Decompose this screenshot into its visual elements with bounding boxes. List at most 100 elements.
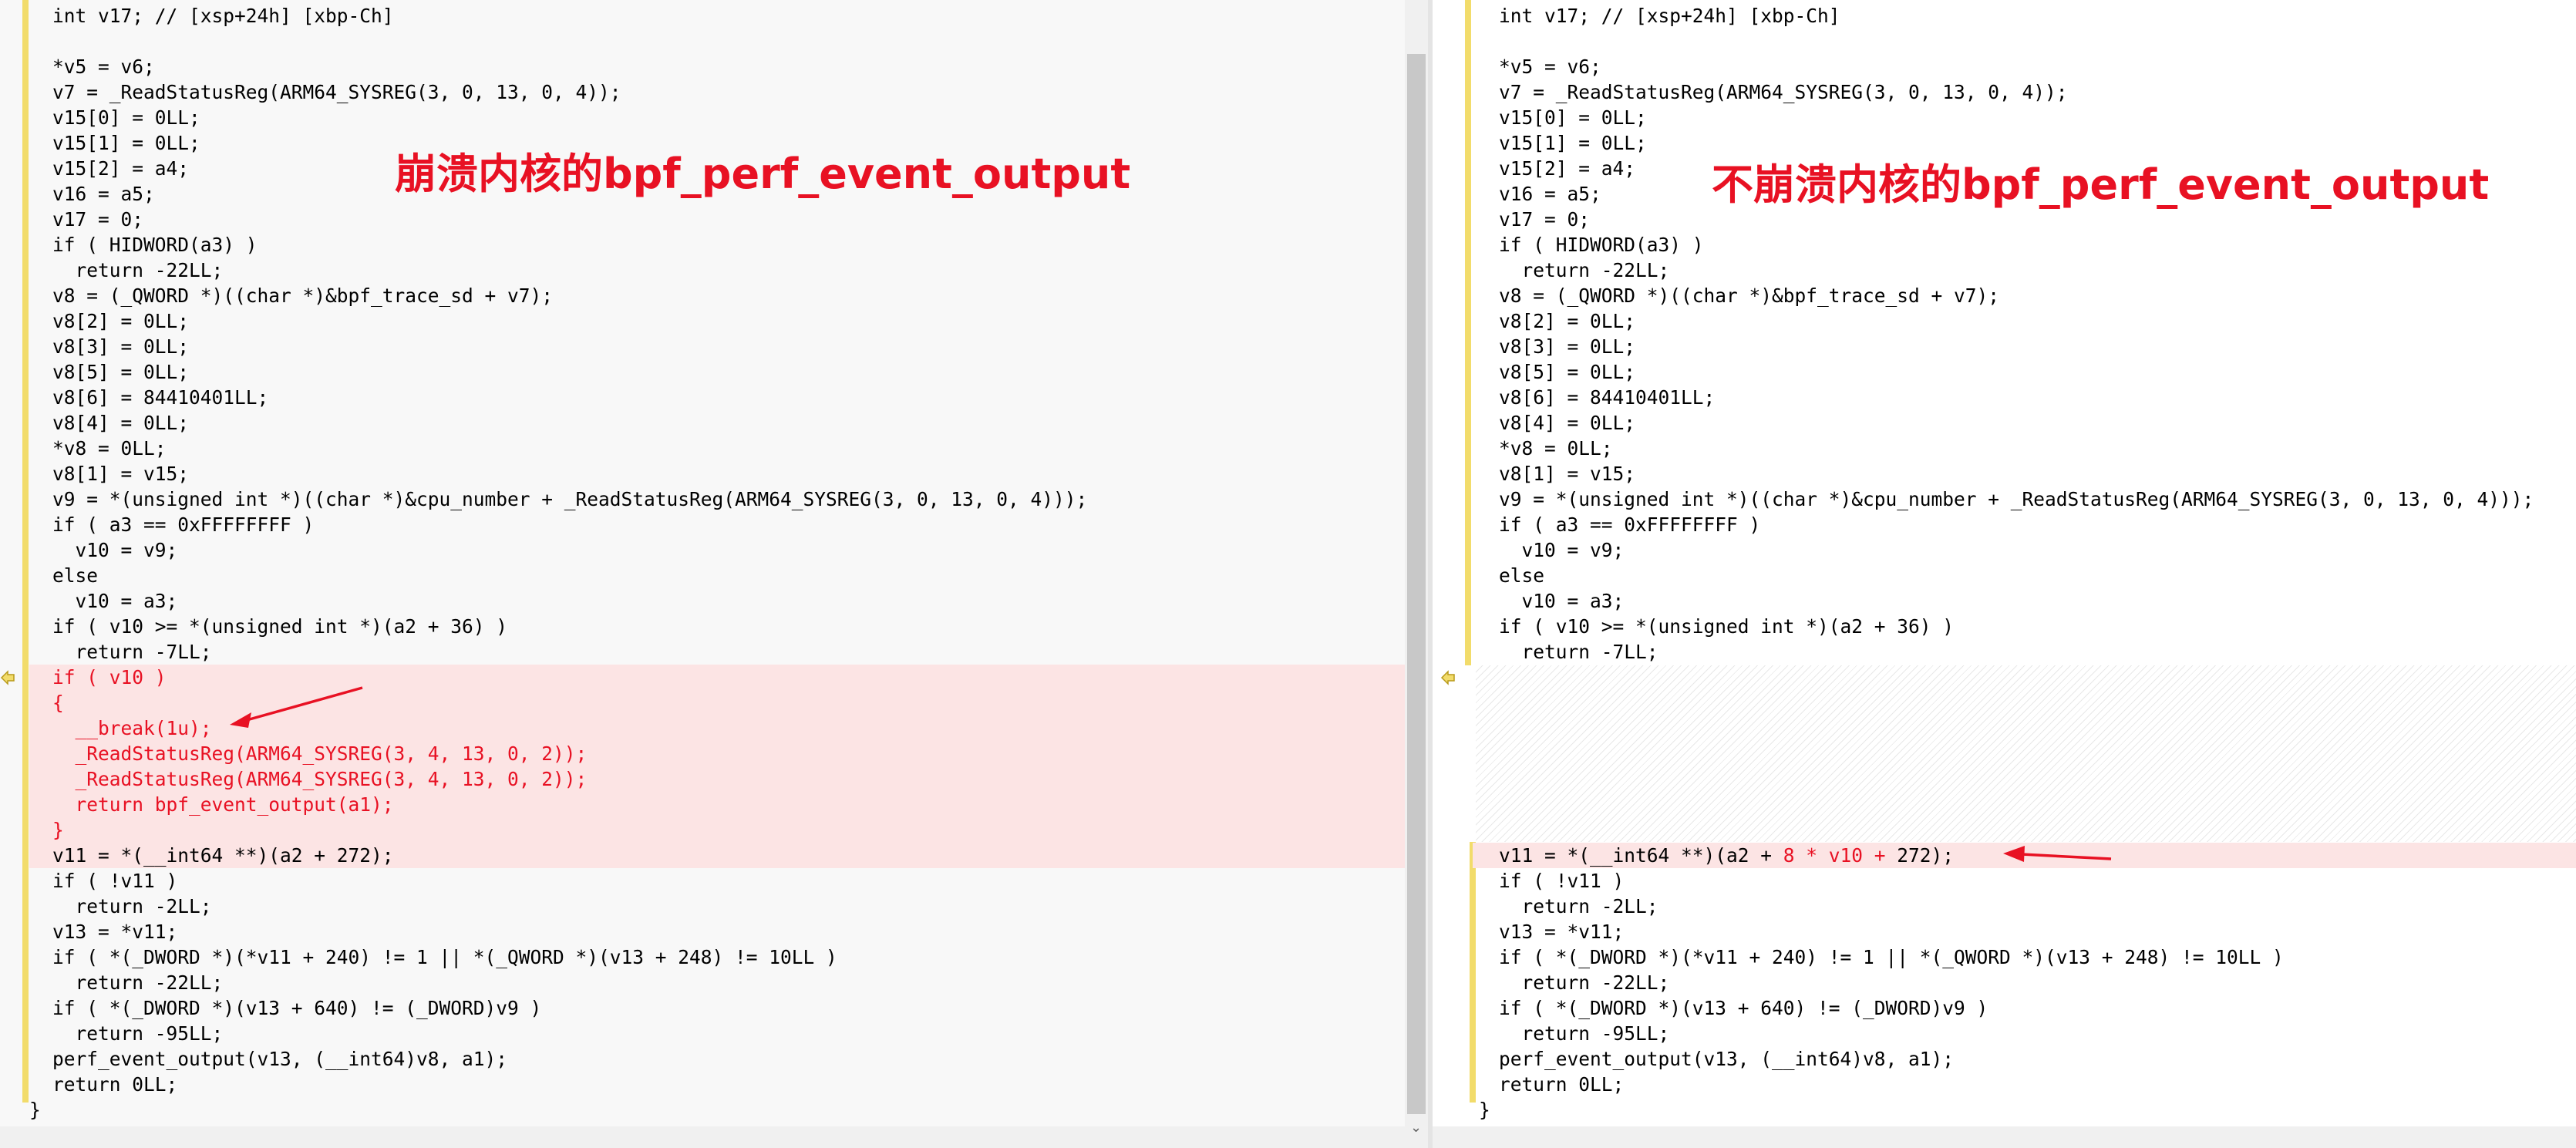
code-line[interactable]: v8[6] = 84410401LL; [0,385,1430,410]
code-line[interactable]: v8 = (_QWORD *)((char *)&bpf_trace_sd + … [0,283,1430,308]
code-line-text: _ReadStatusReg(ARM64_SYSREG(3, 4, 13, 0,… [52,768,588,790]
code-line[interactable]: v17 = 0; [0,207,1430,232]
code-line[interactable]: } [29,817,1430,843]
code-line[interactable]: if ( !v11 ) [0,868,1430,894]
code-line[interactable]: if ( v10 >= *(unsigned int *)(a2 + 36) ) [1433,614,2576,639]
code-line[interactable]: perf_event_output(v13, (__int64)v8, a1); [1433,1046,2576,1072]
code-line[interactable]: v8[6] = 84410401LL; [1433,385,2576,410]
code-line[interactable]: v8[3] = 0LL; [0,334,1430,359]
code-line[interactable]: return -7LL; [0,639,1430,665]
code-line[interactable]: { [29,690,1430,715]
code-line[interactable]: v17 = 0; [1433,207,2576,232]
code-line[interactable]: __break(1u); [29,715,1430,741]
code-line[interactable]: return 0LL; [1433,1072,2576,1097]
code-line[interactable]: v8[2] = 0LL; [1433,308,2576,334]
code-line-text: v15[0] = 0LL; [52,106,200,129]
code-line-changed[interactable]: v11 = *(__int64 **)(a2 + 8 * v10 + 272); [1473,843,2576,868]
code-line-text: v8[3] = 0LL; [1499,335,1636,358]
code-line[interactable]: perf_event_output(v13, (__int64)v8, a1); [0,1046,1430,1072]
code-line[interactable]: return -22LL; [0,258,1430,283]
code-line[interactable]: else [1433,563,2576,588]
code-line-text: if ( *(_DWORD *)(*v11 + 240) != 1 || *(_… [1499,946,2284,968]
code-line-text: v15[1] = 0LL; [1499,132,1647,154]
code-line-text: } [1479,1099,1490,1121]
code-line[interactable]: *v5 = v6; [1433,54,2576,79]
code-line[interactable]: *v8 = 0LL; [1433,436,2576,461]
code-line[interactable]: } [0,1097,1430,1123]
code-line[interactable]: return -2LL; [1433,894,2576,919]
code-line-text: v9 = *(unsigned int *)((char *)&cpu_numb… [1499,488,2534,510]
code-line[interactable]: v8[4] = 0LL; [1433,410,2576,436]
code-line-text: if ( !v11 ) [52,870,178,892]
code-line[interactable]: v15[0] = 0LL; [1433,105,2576,130]
code-line[interactable]: return -2LL; [0,894,1430,919]
code-line-text: v17 = 0; [52,208,144,231]
code-line[interactable]: *v8 = 0LL; [0,436,1430,461]
code-line[interactable]: if ( HIDWORD(a3) ) [0,232,1430,258]
right-code-pane[interactable]: int v17; // [xsp+24h] [xbp-Ch] *v5 = v6; v… [1433,0,2576,1148]
code-line-text: v15[0] = 0LL; [1499,106,1647,129]
code-line[interactable]: v9 = *(unsigned int *)((char *)&cpu_numb… [0,486,1430,512]
code-line-text: __break(1u); [52,717,212,739]
code-line[interactable]: v8[1] = v15; [1433,461,2576,486]
code-line[interactable]: if ( v10 >= *(unsigned int *)(a2 + 36) ) [0,614,1430,639]
code-line[interactable]: if ( v10 ) [29,665,1430,690]
right-horizontal-scrollbar[interactable] [1433,1126,2576,1148]
code-line[interactable]: v11 = *(__int64 **)(a2 + 272); [29,843,1430,868]
code-line[interactable]: v13 = *v11; [0,919,1430,944]
code-line[interactable]: v10 = a3; [0,588,1430,614]
code-line[interactable]: return -95LL; [1433,1021,2576,1046]
code-line[interactable]: v9 = *(unsigned int *)((char *)&cpu_numb… [1433,486,2576,512]
code-line[interactable]: v10 = v9; [0,537,1430,563]
code-line[interactable]: else [0,563,1430,588]
code-line[interactable]: if ( a3 == 0xFFFFFFFF ) [1433,512,2576,537]
code-line-text: return 0LL; [1499,1073,1625,1096]
code-line-text: perf_event_output(v13, (__int64)v8, a1); [1499,1048,1955,1070]
chevron-down-icon[interactable]: ⌄ [1410,1119,1422,1136]
code-line[interactable]: return -95LL; [0,1021,1430,1046]
code-line[interactable]: return -22LL; [1433,258,2576,283]
code-line[interactable]: if ( *(_DWORD *)(v13 + 640) != (_DWORD)v… [0,995,1430,1021]
code-line[interactable]: if ( !v11 ) [1433,868,2576,894]
code-line[interactable]: if ( *(_DWORD *)(*v11 + 240) != 1 || *(_… [0,944,1430,970]
code-line[interactable]: v7 = _ReadStatusReg(ARM64_SYSREG(3, 0, 1… [1433,79,2576,105]
code-line-text: if ( a3 == 0xFFFFFFFF ) [1499,513,1761,536]
code-line[interactable]: if ( HIDWORD(a3) ) [1433,232,2576,258]
code-line[interactable]: if ( *(_DWORD *)(*v11 + 240) != 1 || *(_… [1433,944,2576,970]
code-line[interactable]: v8[1] = v15; [0,461,1430,486]
code-line[interactable]: *v5 = v6; [0,54,1430,79]
code-line[interactable]: return 0LL; [0,1072,1430,1097]
left-scroll-thumb[interactable] [1407,54,1426,1114]
left-vertical-scrollbar[interactable]: ⌄ [1405,0,1428,1148]
code-line[interactable]: _ReadStatusReg(ARM64_SYSREG(3, 4, 13, 0,… [29,766,1430,792]
code-line-text: else [1499,564,1545,587]
code-line[interactable]: v10 = a3; [1433,588,2576,614]
code-line[interactable]: v8[5] = 0LL; [0,359,1430,385]
code-line[interactable]: } [1433,1097,2576,1123]
code-line[interactable]: v13 = *v11; [1433,919,2576,944]
code-line[interactable]: if ( a3 == 0xFFFFFFFF ) [0,512,1430,537]
code-line[interactable]: return bpf_event_output(a1); [29,792,1430,817]
code-line[interactable]: return -22LL; [1433,970,2576,995]
code-line[interactable] [0,29,1430,54]
code-line[interactable]: _ReadStatusReg(ARM64_SYSREG(3, 4, 13, 0,… [29,741,1430,766]
code-line[interactable]: int v17; // [xsp+24h] [xbp-Ch] [1433,3,2576,29]
code-line[interactable]: v7 = _ReadStatusReg(ARM64_SYSREG(3, 0, 1… [0,79,1430,105]
code-line-text: v10 = v9; [52,539,178,561]
code-line[interactable]: v15[1] = 0LL; [1433,130,2576,156]
code-line[interactable]: if ( *(_DWORD *)(v13 + 640) != (_DWORD)v… [1433,995,2576,1021]
code-line[interactable]: v8 = (_QWORD *)((char *)&bpf_trace_sd + … [1433,283,2576,308]
left-horizontal-scrollbar[interactable] [0,1126,1405,1148]
code-line[interactable]: v15[0] = 0LL; [0,105,1430,130]
code-line-text: if ( !v11 ) [1499,870,1625,892]
code-line[interactable] [1433,29,2576,54]
code-line[interactable]: return -22LL; [0,970,1430,995]
code-line[interactable]: v8[5] = 0LL; [1433,359,2576,385]
code-line[interactable]: int v17; // [xsp+24h] [xbp-Ch] [0,3,1430,29]
code-line[interactable]: v8[2] = 0LL; [0,308,1430,334]
code-line[interactable]: return -7LL; [1433,639,2576,665]
code-line[interactable]: v8[4] = 0LL; [0,410,1430,436]
code-line[interactable]: v8[3] = 0LL; [1433,334,2576,359]
left-code-pane[interactable]: int v17; // [xsp+24h] [xbp-Ch] *v5 = v6; v… [0,0,1430,1148]
code-line[interactable]: v10 = v9; [1433,537,2576,563]
